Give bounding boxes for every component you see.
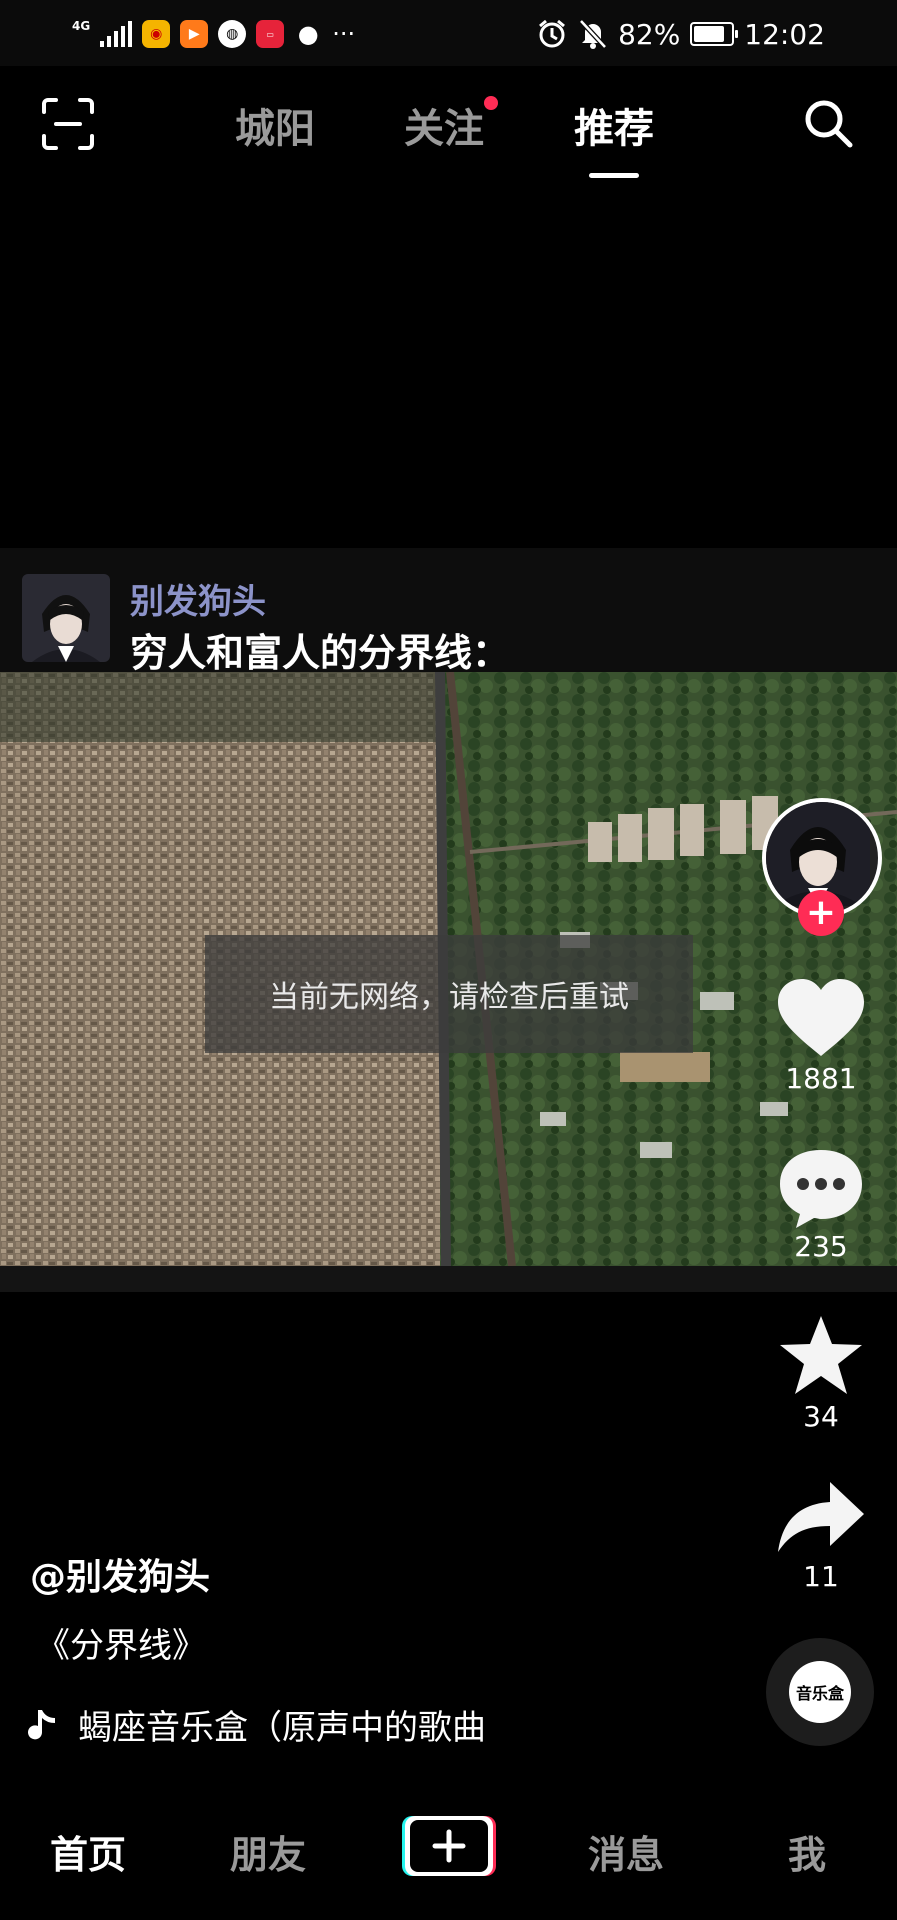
share-icon[interactable]: [774, 1476, 868, 1560]
no-network-toast: 当前无网络，请检查后重试: [205, 935, 693, 1053]
comment-icon[interactable]: [774, 1146, 868, 1230]
video-app-icon: ▶: [180, 20, 209, 48]
clock: 12:02: [744, 17, 825, 51]
search-icon[interactable]: [801, 96, 857, 152]
status-left: 4G ◉ ▶ ◍ ▭ ● ···: [72, 14, 355, 54]
huawei-app-icon: ▭: [256, 20, 285, 48]
signal-icon: [100, 21, 133, 47]
caption-author: 别发狗头: [130, 582, 266, 622]
tab-recommended[interactable]: 推荐: [574, 96, 654, 178]
browser-app-icon: ◍: [218, 20, 247, 48]
status-bar: 4G ◉ ▶ ◍ ▭ ● ··· 82% 12:02: [0, 0, 897, 66]
create-button[interactable]: [400, 1814, 496, 1878]
like-count: 1881: [785, 1062, 857, 1095]
chat-bubble-icon: ●: [297, 20, 319, 48]
nav-home[interactable]: 首页: [50, 1824, 126, 1879]
status-right: 82% 12:02: [536, 14, 825, 54]
video-bottom-band: [0, 1266, 897, 1292]
tab-local[interactable]: 城阳: [235, 96, 315, 154]
caption-title: 穷人和富人的分界线：: [130, 631, 511, 675]
comment-count: 235: [794, 1230, 848, 1263]
tab-following[interactable]: 关注: [404, 96, 498, 154]
scan-icon[interactable]: [40, 96, 96, 152]
top-nav: 城阳 关注 推荐: [0, 66, 897, 186]
battery-icon: [690, 22, 739, 46]
tab-following-label: 关注: [404, 106, 484, 152]
author-handle[interactable]: @别发狗头: [30, 1548, 210, 1600]
star-icon[interactable]: [774, 1314, 868, 1398]
caption-avatar: [22, 574, 110, 662]
heart-icon[interactable]: [774, 976, 868, 1060]
battery-percent: 82%: [618, 17, 681, 51]
music-track-title: 蝎座音乐盒（原声中的歌曲: [78, 1708, 486, 1748]
tab-recommended-label: 推荐: [574, 106, 654, 152]
music-disc-label: 音乐盒: [789, 1661, 851, 1723]
favorite-count: 34: [803, 1400, 839, 1433]
music-disc[interactable]: 音乐盒: [766, 1638, 874, 1746]
music-note-icon: [28, 1709, 55, 1739]
video-description: 《分界线》: [36, 1626, 206, 1666]
nav-messages[interactable]: 消息: [588, 1824, 664, 1879]
notification-dot: [484, 96, 498, 110]
network-type: 4G: [72, 19, 91, 33]
weibo-app-icon: ◉: [142, 20, 171, 48]
share-count: 11: [803, 1560, 839, 1593]
active-tab-indicator: [589, 173, 639, 178]
more-notifications: ···: [332, 20, 356, 48]
follow-button[interactable]: +: [798, 890, 844, 936]
music-track[interactable]: 蝎座音乐盒（原声中的歌曲: [28, 1700, 486, 1749]
bottom-nav: 首页 朋友 消息 我: [0, 1790, 897, 1920]
nav-me[interactable]: 我: [788, 1824, 826, 1879]
alarm-icon: [539, 19, 566, 48]
nav-friends[interactable]: 朋友: [230, 1824, 306, 1879]
mute-bell-icon: [579, 19, 607, 49]
